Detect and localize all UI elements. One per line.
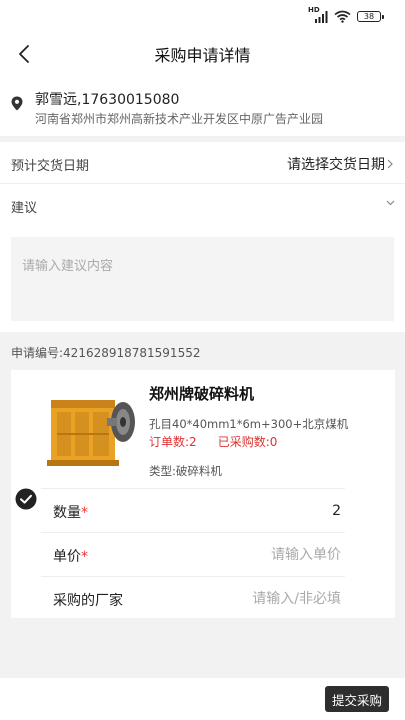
product-name: 郑州牌破碎料机 [149,385,255,403]
wifi-icon [334,10,351,23]
suggest-label: 建议 [11,201,38,216]
contact-name-phone: 郭雪远,17630015080 [35,92,180,108]
location-pin-icon [11,96,23,111]
price-row: 单价* [41,532,345,576]
status-icons: HD 38 [308,6,384,23]
form-block: 预计交货日期 请选择交货日期 建议 [0,142,405,332]
vendor-input[interactable] [201,587,341,611]
order-count: 订单数:2 [149,435,197,449]
delivery-date-label: 预计交货日期 [11,159,90,174]
vendor-row: 采购的厂家 [41,576,345,620]
chevron-right-icon [387,159,393,169]
battery-icon: 38 [357,11,384,22]
bottom-bar: 提交采购 [0,678,405,720]
page-title: 采购申请详情 [154,46,251,65]
check-circle-icon[interactable] [15,488,37,510]
delivery-date-text: 请选择交货日期 [287,157,385,173]
address-card[interactable]: 郭雪远,17630015080 河南省郑州市郑州高新技术产业开发区中原广告产业园 [0,74,405,136]
product-spec: 孔目40*40mm1*6m+300+北京煤机 [149,417,349,431]
price-input[interactable] [201,543,341,567]
jaw-crusher-image [47,400,135,466]
delivery-date-row[interactable]: 预计交货日期 请选择交货日期 [0,142,405,184]
status-bar: HD 38 [0,0,405,34]
quantity-input[interactable] [201,499,341,523]
chevron-down-icon[interactable] [386,200,395,206]
delivery-date-value[interactable]: 请选择交货日期 [287,154,393,174]
suggest-row[interactable]: 建议 [0,184,405,226]
quantity-row: 数量* [41,488,345,532]
required-mark: * [81,505,88,521]
signal-icon: HD [308,6,328,23]
price-label: 单价* [53,549,88,565]
product-type: 类型:破碎料机 [149,464,222,478]
nav-bar: 采购申请详情 [0,34,405,74]
order-stats: 订单数:2 已采购数:0 [149,433,277,450]
application-number: 申请编号:421628918781591552 [11,346,201,360]
purchased-count: 已采购数:0 [217,435,278,449]
submit-purchase-button[interactable]: 提交采购 [324,686,389,712]
suggest-input[interactable] [11,237,394,321]
product-card: 郑州牌破碎料机 孔目40*40mm1*6m+300+北京煤机 订单数:2 已采购… [11,370,395,618]
required-mark: * [81,549,88,565]
full-address: 河南省郑州市郑州高新技术产业开发区中原广告产业园 [35,112,324,126]
quantity-label: 数量* [53,505,88,521]
vendor-label: 采购的厂家 [53,593,123,609]
